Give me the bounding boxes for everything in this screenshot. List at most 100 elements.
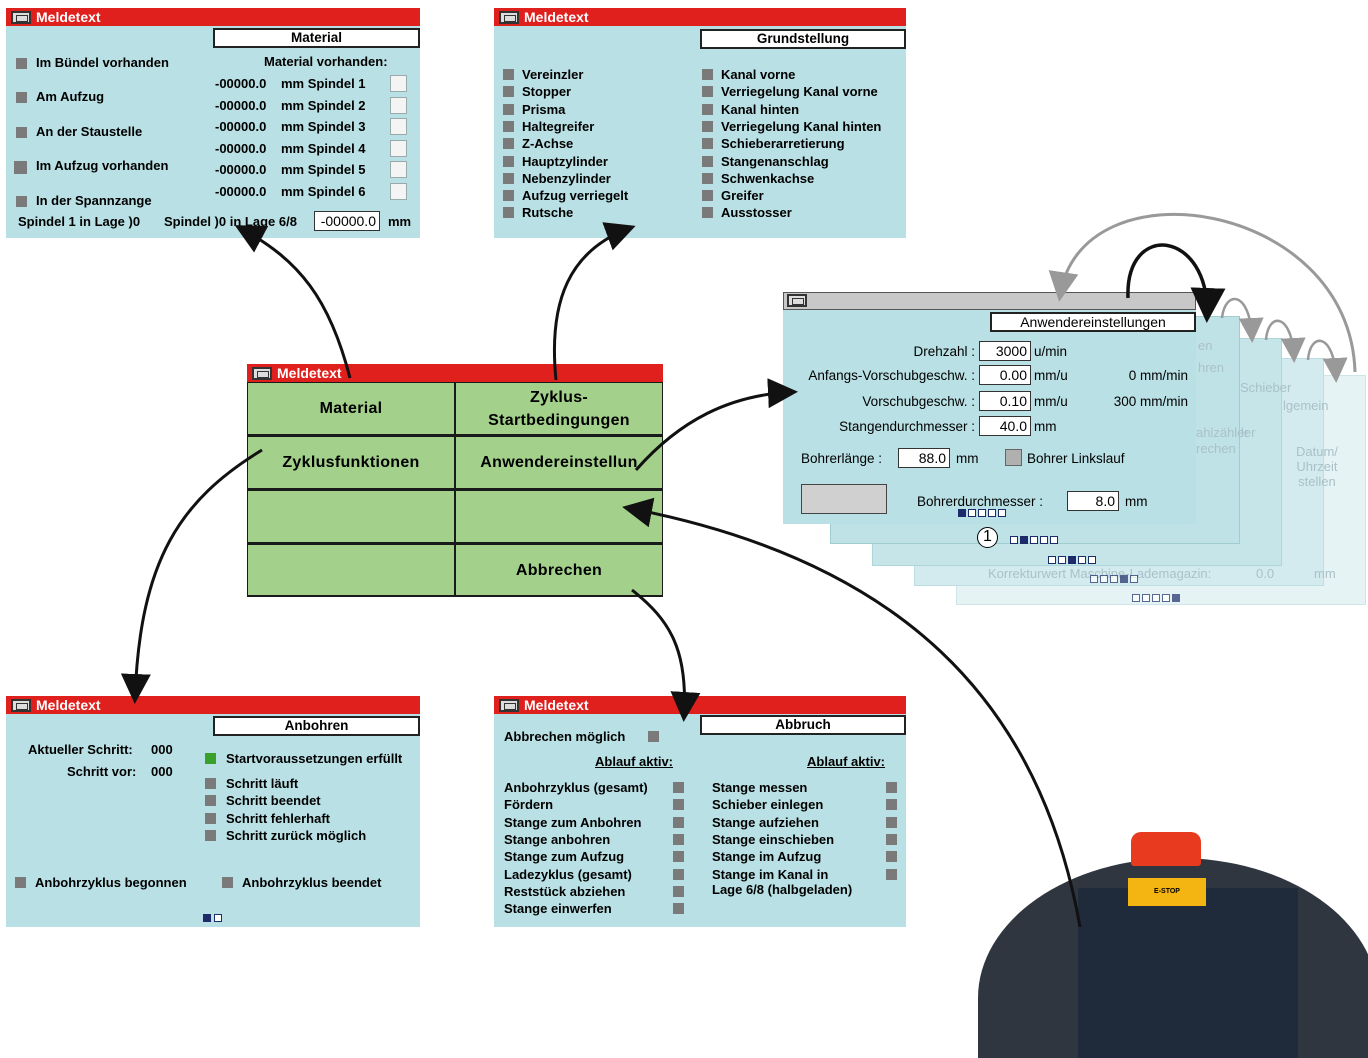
prev-value: 000 bbox=[151, 764, 173, 779]
bohrer-diameter-value[interactable]: 8.0 bbox=[1067, 491, 1119, 511]
page-dot-active[interactable] bbox=[203, 914, 211, 922]
grund-item-label: Stangenanschlag bbox=[721, 153, 829, 169]
grund-indicator bbox=[503, 207, 514, 219]
behind-fragment: en bbox=[1198, 338, 1213, 353]
menu-panel: Meldetext Material Zyklus- Startbedingung… bbox=[247, 364, 663, 597]
page-dot[interactable] bbox=[1010, 536, 1018, 544]
anbohren-tab[interactable]: Anbohren bbox=[213, 716, 420, 736]
spindle-checkbox[interactable] bbox=[390, 161, 407, 178]
page-dot[interactable] bbox=[1110, 575, 1118, 583]
behind-fragment: 0.0 bbox=[1256, 566, 1275, 581]
page-dot[interactable] bbox=[958, 509, 966, 517]
page-dot[interactable] bbox=[1152, 594, 1160, 602]
page-dot[interactable] bbox=[214, 914, 222, 922]
page-dot[interactable] bbox=[978, 509, 986, 517]
menu-button[interactable] bbox=[456, 491, 662, 542]
status-label: Schritt fehlerhaft bbox=[226, 810, 331, 826]
menu-button[interactable]: Zyklus- Startbedingungen bbox=[456, 383, 662, 434]
estop-button[interactable] bbox=[1131, 832, 1201, 866]
behind-fragment: hren bbox=[1198, 360, 1225, 375]
bohrer-length-value[interactable]: 88.0 bbox=[898, 448, 950, 468]
page-dot[interactable] bbox=[1130, 575, 1138, 583]
grund-item-label: Z-Achse bbox=[522, 136, 574, 152]
abbruch-item-label: Ladezyklus (gesamt) bbox=[504, 866, 632, 882]
menu-button[interactable]: Material bbox=[248, 383, 454, 434]
bohrer-diameter-unit: mm bbox=[1125, 494, 1148, 509]
ablauf-header-1: Ablauf aktiv: bbox=[595, 754, 674, 769]
setting-value[interactable]: 3000 bbox=[979, 341, 1031, 361]
page-dot[interactable] bbox=[998, 509, 1006, 517]
menu-button[interactable]: Zyklusfunktionen bbox=[248, 437, 454, 488]
menu-button[interactable] bbox=[248, 491, 454, 542]
menu-title: Meldetext bbox=[277, 365, 342, 381]
material-item-label: An der Staustelle bbox=[36, 124, 143, 139]
menu-button[interactable] bbox=[248, 545, 454, 595]
anbohren-panel: Meldetext Anbohren Aktueller Schritt: 00… bbox=[6, 696, 420, 927]
spindle-checkbox[interactable] bbox=[390, 118, 407, 135]
page-dot[interactable] bbox=[1100, 575, 1108, 583]
spindle-label: mm Spindel 3 bbox=[281, 119, 366, 134]
linkslauf-checkbox[interactable] bbox=[1005, 449, 1022, 466]
setting-value[interactable]: 0.10 bbox=[979, 391, 1031, 411]
status-label: Schritt zurück möglich bbox=[226, 827, 367, 843]
page-dot[interactable] bbox=[1172, 594, 1180, 602]
spindle-checkbox[interactable] bbox=[390, 96, 407, 114]
grund-indicator bbox=[702, 120, 713, 132]
page-dot[interactable] bbox=[1020, 536, 1028, 544]
grund-indicator bbox=[702, 190, 713, 202]
cycle-indicator bbox=[222, 877, 233, 888]
page-dot[interactable] bbox=[1068, 556, 1076, 564]
prev-label: Schritt vor: bbox=[67, 764, 137, 779]
arrow-material bbox=[234, 225, 352, 379]
page-dot[interactable] bbox=[1048, 556, 1056, 564]
grund-tab[interactable]: Grundstellung bbox=[700, 29, 906, 49]
page-dot[interactable] bbox=[1030, 536, 1038, 544]
material-tab[interactable]: Material bbox=[213, 28, 420, 48]
settings-tab[interactable]: Anwendereinstellungen bbox=[990, 312, 1196, 332]
spindle-checkbox[interactable] bbox=[390, 182, 407, 200]
anbohren-titlebar: Meldetext bbox=[6, 696, 420, 714]
behind-fragment: ler bbox=[1241, 425, 1256, 440]
page-dot[interactable] bbox=[1050, 536, 1058, 544]
menu-button[interactable]: Abbrechen bbox=[456, 545, 662, 595]
page-dot[interactable] bbox=[968, 509, 976, 517]
menu-button[interactable]: Anwendereinstellun bbox=[456, 437, 662, 488]
page-dot[interactable] bbox=[988, 509, 996, 517]
grund-item-label: Haltegreifer bbox=[522, 118, 595, 134]
material-footer-value[interactable]: -00000.0 bbox=[314, 211, 380, 231]
page-dot[interactable] bbox=[1078, 556, 1086, 564]
material-indicator bbox=[16, 127, 27, 138]
spindle-checkbox[interactable] bbox=[390, 139, 407, 157]
page-dot[interactable] bbox=[1142, 594, 1150, 602]
window-icon bbox=[499, 699, 519, 712]
step-label: Aktueller Schritt: bbox=[28, 742, 133, 757]
page-dot[interactable] bbox=[1090, 575, 1098, 583]
bohrer-length-label: Bohrerlänge : bbox=[801, 451, 883, 466]
abbruch-indicator bbox=[886, 782, 897, 793]
grund-indicator bbox=[702, 172, 713, 184]
spindle-checkbox[interactable] bbox=[390, 75, 407, 92]
material-indicator bbox=[16, 92, 27, 103]
grund-indicator bbox=[503, 103, 514, 115]
page-dot[interactable] bbox=[1132, 594, 1140, 602]
setting-value[interactable]: 40.0 bbox=[979, 416, 1031, 436]
abbruch-panel: Meldetext Abbruch Abbrechen möglich Abla… bbox=[494, 696, 906, 927]
page-dot[interactable] bbox=[1088, 556, 1096, 564]
abbruch-indicator bbox=[673, 833, 684, 845]
setting-label: Vorschubgeschw. : bbox=[862, 394, 975, 409]
abbrechen-moeglich-indicator bbox=[648, 731, 659, 742]
window-icon bbox=[499, 11, 519, 24]
material-indicator bbox=[16, 58, 27, 69]
page-dot[interactable] bbox=[1058, 556, 1066, 564]
setting-value[interactable]: 0.00 bbox=[979, 365, 1031, 385]
abbruch-tab[interactable]: Abbruch bbox=[700, 715, 906, 735]
page-dot[interactable] bbox=[1162, 594, 1170, 602]
abbruch-item-label: Anbohrzyklus (gesamt) bbox=[504, 780, 648, 795]
cycle-label: Anbohrzyklus begonnen bbox=[35, 875, 187, 890]
abbruch-item-label: Schieber einlegen bbox=[712, 797, 824, 813]
page-marker-number: 1 bbox=[983, 528, 992, 545]
abbruch-indicator bbox=[673, 816, 684, 828]
page-dot[interactable] bbox=[1040, 536, 1048, 544]
page-dot[interactable] bbox=[1120, 575, 1128, 583]
abbruch-item-label: Reststück abziehen bbox=[504, 883, 626, 899]
